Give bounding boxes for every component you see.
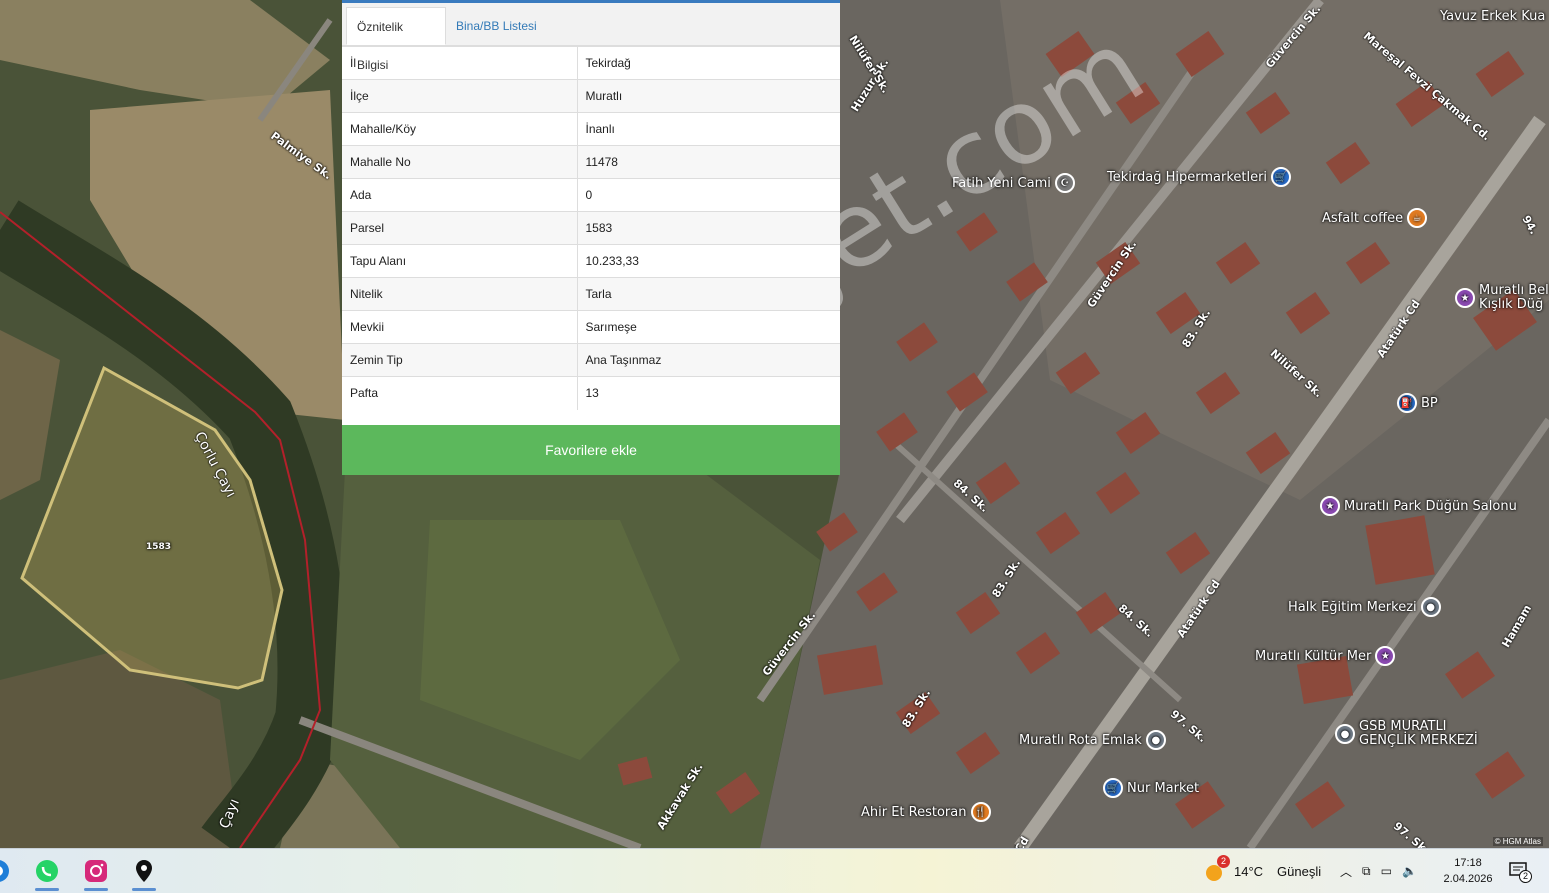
- clock-time: 17:18: [1454, 857, 1482, 869]
- attribute-value: 11478: [577, 145, 840, 179]
- poi-fuel[interactable]: ⛽ BP: [1397, 393, 1438, 413]
- place-icon: ●: [1145, 730, 1166, 750]
- notification-button[interactable]: 2: [1508, 849, 1532, 893]
- whatsapp-icon[interactable]: [31, 855, 63, 891]
- attribute-value: İnanlı: [577, 112, 840, 146]
- tab-attribute-info[interactable]: Öznitelik Bilgisi: [346, 7, 446, 72]
- clock-date: 2.04.2026: [1443, 873, 1493, 885]
- attribute-value: 10.233,33: [577, 244, 840, 278]
- attribute-key: Mahalle No: [342, 145, 578, 179]
- taskbar: 2 14°C Güneşli ︿ ⧉ ▭ 🔈 17:18 2.04.2026 2: [0, 848, 1549, 893]
- attribute-value: Tarla: [577, 277, 840, 311]
- fuel-icon: ⛽: [1397, 393, 1417, 413]
- weather-sun-icon: 2: [1202, 855, 1230, 883]
- coffee-icon: ☕: [1407, 208, 1428, 228]
- attribute-key: Pafta: [342, 376, 578, 410]
- attribute-key: Ada: [342, 178, 578, 212]
- panel-tabs: Öznitelik Bilgisi Bina/BB Listesi: [342, 3, 840, 72]
- place-icon: ●: [1335, 724, 1355, 744]
- attribute-row: İlçe Muratlı: [342, 79, 840, 113]
- network-icon[interactable]: ▭: [1381, 864, 1392, 878]
- tray-icons: ︿ ⧉ ▭ 🔈: [1340, 849, 1417, 893]
- add-favorites-button[interactable]: Favorilere ekle: [342, 425, 840, 475]
- edge-app-icon[interactable]: [0, 855, 14, 887]
- attribute-table: İl Tekirdağ İlçe Muratlı Mahalle/Köy İnanlı Ma…: [342, 46, 840, 410]
- attribute-row: Mevkii Sarımeşe: [342, 310, 840, 344]
- restaurant-icon: 🍴: [970, 802, 991, 822]
- poi-restaurant[interactable]: Ahir Et Restoran 🍴: [861, 802, 991, 822]
- weather-desc: Güneşli: [1277, 863, 1322, 879]
- attribute-value: Ana Taşınmaz: [577, 343, 840, 377]
- attribute-row: Parsel 1583: [342, 211, 840, 245]
- maps-pin-icon[interactable]: [128, 855, 160, 891]
- poi-venue[interactable]: ★ Muratlı Park Düğün Salonu: [1320, 496, 1517, 516]
- attribute-value: Sarımeşe: [577, 310, 840, 344]
- volume-icon[interactable]: 🔈: [1402, 864, 1417, 878]
- attribute-key: Mahalle/Köy: [342, 112, 578, 146]
- attribute-row: Tapu Alanı 10.233,33: [342, 244, 840, 278]
- poi-place[interactable]: Muratlı Rota Emlak ●: [1019, 730, 1166, 750]
- attribute-row: İl Tekirdağ: [342, 46, 840, 80]
- attribute-row: Mahalle/Köy İnanlı: [342, 112, 840, 146]
- weather-widget[interactable]: 2 14°C Güneşli: [1202, 849, 1321, 893]
- parcel-label: 1583: [146, 542, 172, 552]
- clock[interactable]: 17:18 2.04.2026: [1440, 855, 1496, 887]
- map-attribution: © HGM Atlas: [1492, 837, 1543, 846]
- attribute-key: Parsel: [342, 211, 578, 245]
- notification-icon: 2: [1508, 861, 1532, 883]
- attribute-key: Nitelik: [342, 277, 578, 311]
- attribute-value: 0: [577, 178, 840, 212]
- attribute-value: Muratlı: [577, 79, 840, 113]
- attribute-row: Mahalle No 11478: [342, 145, 840, 179]
- parcel-info-panel: Öznitelik Bilgisi Bina/BB Listesi İl Teki…: [342, 0, 840, 475]
- place-icon: ●: [1420, 597, 1441, 617]
- attribute-key: Mevkii: [342, 310, 578, 344]
- venue-icon: ★: [1320, 496, 1340, 516]
- poi-place[interactable]: Halk Eğitim Merkezi ●: [1288, 597, 1441, 617]
- mosque-icon: ☪: [1054, 173, 1075, 193]
- poi-venue[interactable]: Muratlı Kültür Mer ★: [1255, 646, 1396, 666]
- poi-mosque[interactable]: Fatih Yeni Cami ☪: [952, 173, 1075, 193]
- poi-venue[interactable]: ★ Muratlı Bel Kışlık Düğ: [1455, 284, 1549, 312]
- venue-icon: ★: [1375, 646, 1396, 666]
- instagram-icon[interactable]: [80, 855, 112, 891]
- poi-market[interactable]: 🛒 Nur Market: [1103, 778, 1199, 798]
- venue-icon: ★: [1455, 288, 1475, 308]
- attribute-key: Zemin Tip: [342, 343, 578, 377]
- poi-place[interactable]: ● GSB MURATLI GENÇLİK MERKEZİ: [1335, 720, 1478, 748]
- attribute-value: Tekirdağ: [577, 46, 840, 80]
- attribute-value: 1583: [577, 211, 840, 245]
- meet-icon[interactable]: ⧉: [1362, 864, 1371, 879]
- weather-badge: 2: [1216, 855, 1230, 868]
- chevron-up-icon[interactable]: ︿: [1340, 863, 1352, 880]
- attribute-row: Ada 0: [342, 178, 840, 212]
- tab-building-list[interactable]: Bina/BB Listesi: [446, 7, 547, 45]
- attribute-key: Tapu Alanı: [342, 244, 578, 278]
- attribute-row: Nitelik Tarla: [342, 277, 840, 311]
- poi-label[interactable]: Yavuz Erkek Kua: [1440, 9, 1545, 24]
- weather-temp: 14°C: [1234, 863, 1264, 879]
- attribute-row: Pafta 13: [342, 376, 840, 410]
- attribute-value: 13: [577, 376, 840, 410]
- attribute-row: Zemin Tip Ana Taşınmaz: [342, 343, 840, 377]
- notification-count: 2: [1518, 870, 1532, 883]
- attribute-key: İlçe: [342, 79, 578, 113]
- shopping-cart-icon: 🛒: [1103, 778, 1123, 798]
- poi-market[interactable]: Tekirdağ Hipermarketleri 🛒: [1107, 167, 1292, 187]
- poi-coffee[interactable]: Asfalt coffee ☕: [1322, 208, 1428, 228]
- shopping-cart-icon: 🛒: [1271, 167, 1292, 187]
